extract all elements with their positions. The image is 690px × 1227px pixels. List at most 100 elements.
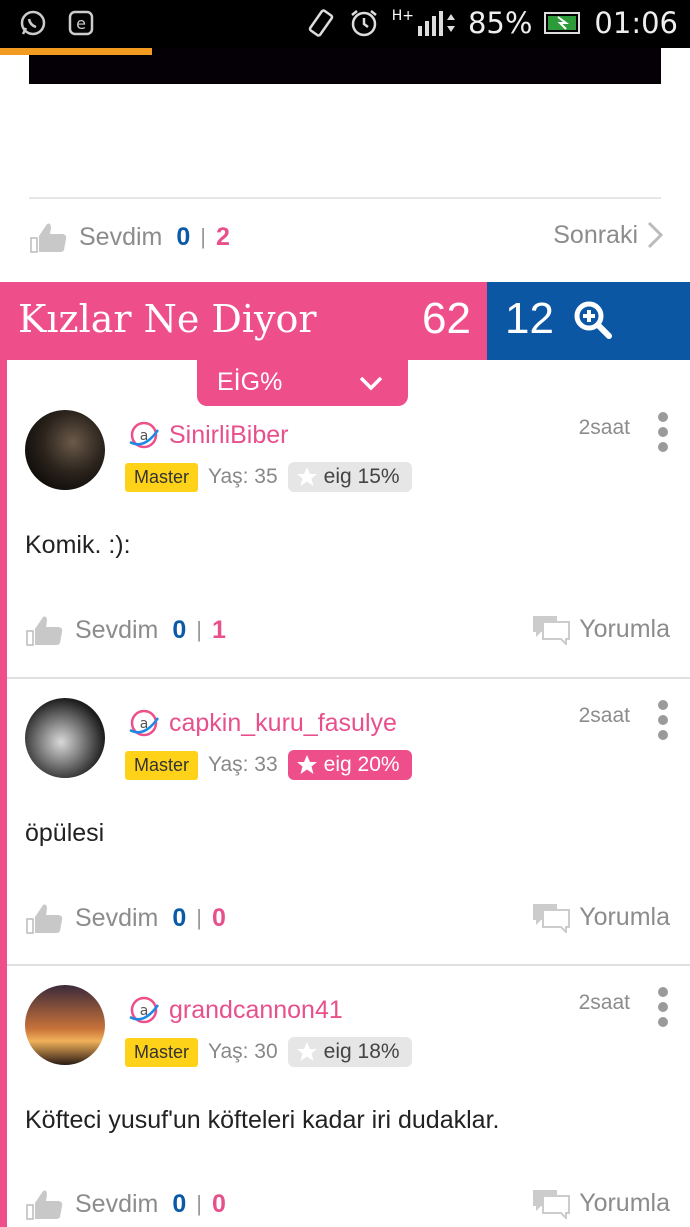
timestamp: 2saat [578,416,630,439]
dislike-count: 0 [212,903,226,932]
like-count: 0 [172,903,187,932]
rank-badge: Master [125,750,199,780]
user-badges: Master Yaş: 35 eig 15% [125,462,412,492]
signal-icon [417,11,455,36]
rank-badge: Master [125,462,199,492]
timestamp: 2saat [578,704,630,727]
like-label[interactable]: Sevdim [79,223,162,252]
boys-count: 12 [505,294,554,343]
username[interactable]: SinirliBiber [169,421,288,450]
reply-button[interactable]: Yorumla [531,613,670,645]
avatar[interactable] [25,410,105,490]
chat-icon [533,1190,571,1219]
star-icon [296,755,317,774]
sort-label: EİG% [217,368,283,396]
chevron-down-icon [359,376,383,391]
age-label: Yaş: 33 [208,753,278,776]
comment-like-row: Sevdim 0 | 1 [25,613,226,647]
user-badges: Master Yaş: 33 eig 20% [125,750,412,780]
rotate-icon [308,9,333,37]
chevron-right-icon [647,221,664,249]
separator: | [196,617,202,642]
user-link[interactable]: a SinirliBiber [127,420,288,450]
girls-tab[interactable]: Kızlar Ne Diyor 62 [0,282,487,360]
like-label[interactable]: Sevdim [75,616,158,645]
eig-badge: eig 18% [287,1037,412,1067]
eig-badge: eig 15% [287,462,412,492]
thumbs-up-icon[interactable] [29,220,69,254]
comment-text: Köfteci yusuf'un köfteleri kadar iri dud… [25,1106,500,1134]
girls-count: 62 [422,294,471,343]
alarm-icon [350,10,377,37]
timestamp: 2saat [578,991,630,1014]
star-icon [296,1042,317,1061]
eig-value: eig 18% [323,1040,400,1063]
svg-text:e: e [76,14,86,33]
comment-text: öpülesi [25,819,105,847]
reply-button[interactable]: Yorumla [531,1187,670,1219]
thumbs-up-icon[interactable] [25,1187,65,1221]
svg-text:a: a [140,716,149,732]
battery-percent: 85% [467,6,533,40]
avatar[interactable] [25,698,105,778]
user-type-icon: a [129,996,160,1024]
rank-badge: Master [125,1037,199,1067]
comment-item: a grandcannon41 Master Yaş: 30 eig 18% 2… [7,975,690,1227]
status-bar: e H+ 85% 01:06 [0,0,690,48]
zoom-in-icon[interactable] [573,300,613,340]
divider [29,197,661,199]
more-options-icon[interactable] [658,412,668,452]
dislike-count: 1 [212,615,226,644]
age-label: Yaş: 35 [208,465,278,488]
username[interactable]: grandcannon41 [169,996,343,1025]
more-options-icon[interactable] [658,700,668,740]
accent-bar [0,360,7,1227]
next-button[interactable]: Sonraki [553,220,664,250]
comment-like-row: Sevdim 0 | 0 [25,901,226,935]
svg-text:a: a [140,428,149,444]
separator: | [196,905,202,930]
video-progress-bar [0,48,152,55]
reply-label: Yorumla [579,614,670,643]
next-label: Sonraki [553,220,638,249]
username[interactable]: capkin_kuru_fasulye [169,709,397,738]
comment-like-row: Sevdim 0 | 0 [25,1187,226,1221]
post-like-row: Sevdim 0 | 2 [29,220,230,254]
reply-button[interactable]: Yorumla [531,901,670,933]
comment-item: a SinirliBiber Master Yaş: 35 eig 15% 2s… [7,400,690,677]
dislike-count: 2 [216,222,230,251]
avatar[interactable] [25,985,105,1065]
whatsapp-icon [18,8,48,38]
user-link[interactable]: a grandcannon41 [127,995,343,1025]
like-count: 0 [176,222,191,251]
like-label[interactable]: Sevdim [75,1190,158,1219]
e-app-icon: e [66,8,96,38]
like-label[interactable]: Sevdim [75,904,158,933]
divider [7,964,690,966]
divider [7,677,690,679]
chat-icon [533,616,571,645]
battery-icon [544,12,581,34]
like-count: 0 [172,1189,187,1218]
clock: 01:06 [594,6,678,40]
svg-text:a: a [140,1003,149,1019]
user-type-icon: a [129,709,160,737]
age-label: Yaş: 30 [208,1040,278,1063]
dislike-count: 0 [212,1189,226,1218]
like-count: 0 [172,615,187,644]
reply-label: Yorumla [579,1188,670,1217]
user-type-icon: a [129,421,160,449]
user-link[interactable]: a capkin_kuru_fasulye [127,708,397,738]
network-type: H+ [391,8,414,24]
chat-icon [533,904,571,933]
comment-item: a capkin_kuru_fasulye Master Yaş: 33 eig… [7,688,690,964]
separator: | [200,224,206,249]
reply-label: Yorumla [579,902,670,931]
comment-text: Komik. :): [25,531,131,559]
thumbs-up-icon[interactable] [25,613,65,647]
eig-value: eig 20% [323,753,400,776]
more-options-icon[interactable] [658,987,668,1027]
thumbs-up-icon[interactable] [25,901,65,935]
eig-badge: eig 20% [287,750,412,780]
boys-tab[interactable]: 12 [487,282,690,360]
